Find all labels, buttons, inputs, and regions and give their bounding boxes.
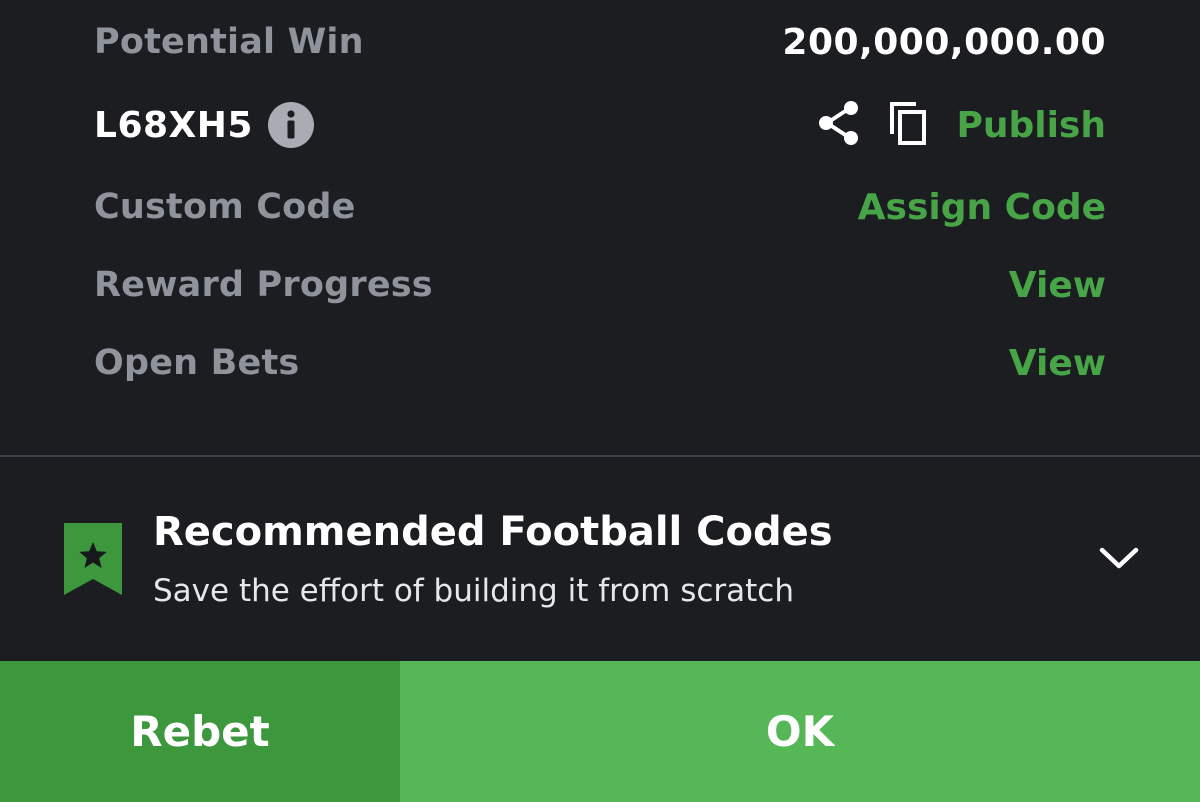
ok-button[interactable]: OK — [400, 661, 1200, 802]
chevron-down-icon[interactable] — [1098, 543, 1140, 573]
copy-icon[interactable] — [888, 100, 928, 150]
potential-win-row: Potential Win 200,000,000.00 — [94, 12, 1106, 72]
recommended-codes-panel[interactable]: Recommended Football Codes Save the effo… — [0, 457, 1200, 661]
info-icon[interactable] — [267, 101, 315, 149]
publish-link[interactable]: Publish — [956, 105, 1106, 146]
open-bets-label: Open Bets — [94, 343, 300, 383]
bet-summary-screen: Potential Win 200,000,000.00 L68XH5 Publ… — [0, 0, 1200, 802]
reward-progress-view-link[interactable]: View — [1009, 265, 1106, 306]
potential-win-value: 200,000,000.00 — [782, 21, 1106, 63]
custom-code-label: Custom Code — [94, 187, 356, 227]
booking-code-row: L68XH5 Publish — [94, 95, 1106, 155]
share-icon[interactable] — [818, 100, 860, 150]
booking-code: L68XH5 — [94, 104, 253, 146]
booking-actions: Publish — [818, 100, 1106, 150]
reward-progress-label: Reward Progress — [94, 265, 433, 305]
open-bets-view-link[interactable]: View — [1009, 343, 1106, 384]
open-bets-row: Open Bets View — [94, 333, 1106, 393]
recommended-title: Recommended Football Codes — [153, 509, 833, 555]
reward-progress-row: Reward Progress View — [94, 255, 1106, 315]
potential-win-label: Potential Win — [94, 22, 364, 62]
rebet-button[interactable]: Rebet — [0, 661, 400, 802]
booking-code-group: L68XH5 — [94, 101, 315, 149]
custom-code-row: Custom Code Assign Code — [94, 177, 1106, 237]
assign-code-link[interactable]: Assign Code — [858, 187, 1106, 228]
bookmark-star-icon — [64, 523, 122, 595]
recommended-subtitle: Save the effort of building it from scra… — [153, 573, 794, 609]
action-footer: Rebet OK — [0, 661, 1200, 802]
